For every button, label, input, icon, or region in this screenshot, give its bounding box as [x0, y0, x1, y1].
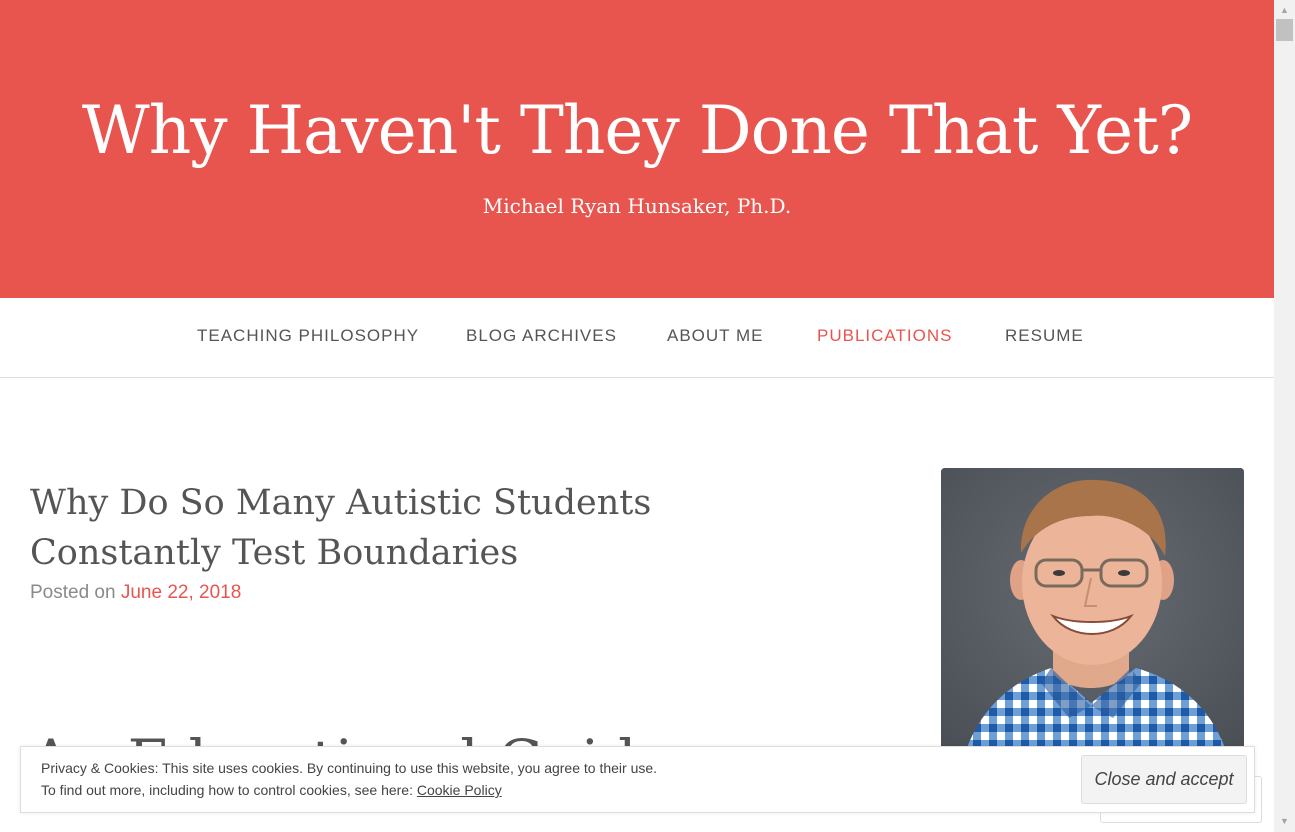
- author-photo: [941, 468, 1244, 768]
- close-and-accept-button[interactable]: Close and accept: [1081, 755, 1247, 804]
- page: Why Haven't They Done That Yet? Michael …: [0, 0, 1274, 832]
- scroll-up-icon[interactable]: ▲: [1274, 2, 1295, 19]
- cookie-policy-link[interactable]: Cookie Policy: [417, 782, 502, 798]
- post-meta: Posted on June 22, 2018: [30, 580, 241, 606]
- nav-item-resume[interactable]: RESUME: [1005, 324, 1084, 348]
- post-title-line-1: Why Do So Many Autistic Students: [30, 483, 652, 523]
- cookie-text: Privacy & Cookies: This site uses cookie…: [41, 757, 657, 801]
- main-navigation: TEACHING PHILOSOPHY BLOG ARCHIVES ABOUT …: [0, 298, 1274, 378]
- nav-item-blog-archives[interactable]: BLOG ARCHIVES: [466, 324, 617, 348]
- cookie-policy-line: To find out more, including how to contr…: [41, 779, 657, 801]
- nav-item-publications[interactable]: PUBLICATIONS: [817, 324, 952, 348]
- cookie-notice-line: Privacy & Cookies: This site uses cookie…: [41, 760, 658, 776]
- post-title-line-2: Constantly Test Boundaries: [30, 533, 519, 573]
- vertical-scrollbar[interactable]: ▲ ▼: [1274, 0, 1295, 832]
- cookie-policy-prefix: To find out more, including how to contr…: [41, 782, 413, 798]
- scrollbar-thumb[interactable]: [1276, 19, 1293, 41]
- author-portrait-image: [941, 468, 1244, 768]
- nav-item-about-me[interactable]: ABOUT ME: [667, 324, 763, 348]
- site-header: Why Haven't They Done That Yet? Michael …: [0, 0, 1274, 298]
- post-title[interactable]: Why Do So Many Autistic Students Constan…: [30, 478, 730, 578]
- posted-on-label: Posted on: [30, 582, 116, 603]
- nav-item-teaching-philosophy[interactable]: TEACHING PHILOSOPHY: [197, 324, 419, 348]
- scroll-down-icon[interactable]: ▼: [1274, 813, 1295, 830]
- post-date-link[interactable]: June 22, 2018: [121, 582, 241, 603]
- cookie-banner: Privacy & Cookies: This site uses cookie…: [20, 746, 1255, 813]
- site-description: Michael Ryan Hunsaker, Ph.D.: [482, 194, 792, 218]
- site-title[interactable]: Why Haven't They Done That Yet?: [0, 86, 1274, 176]
